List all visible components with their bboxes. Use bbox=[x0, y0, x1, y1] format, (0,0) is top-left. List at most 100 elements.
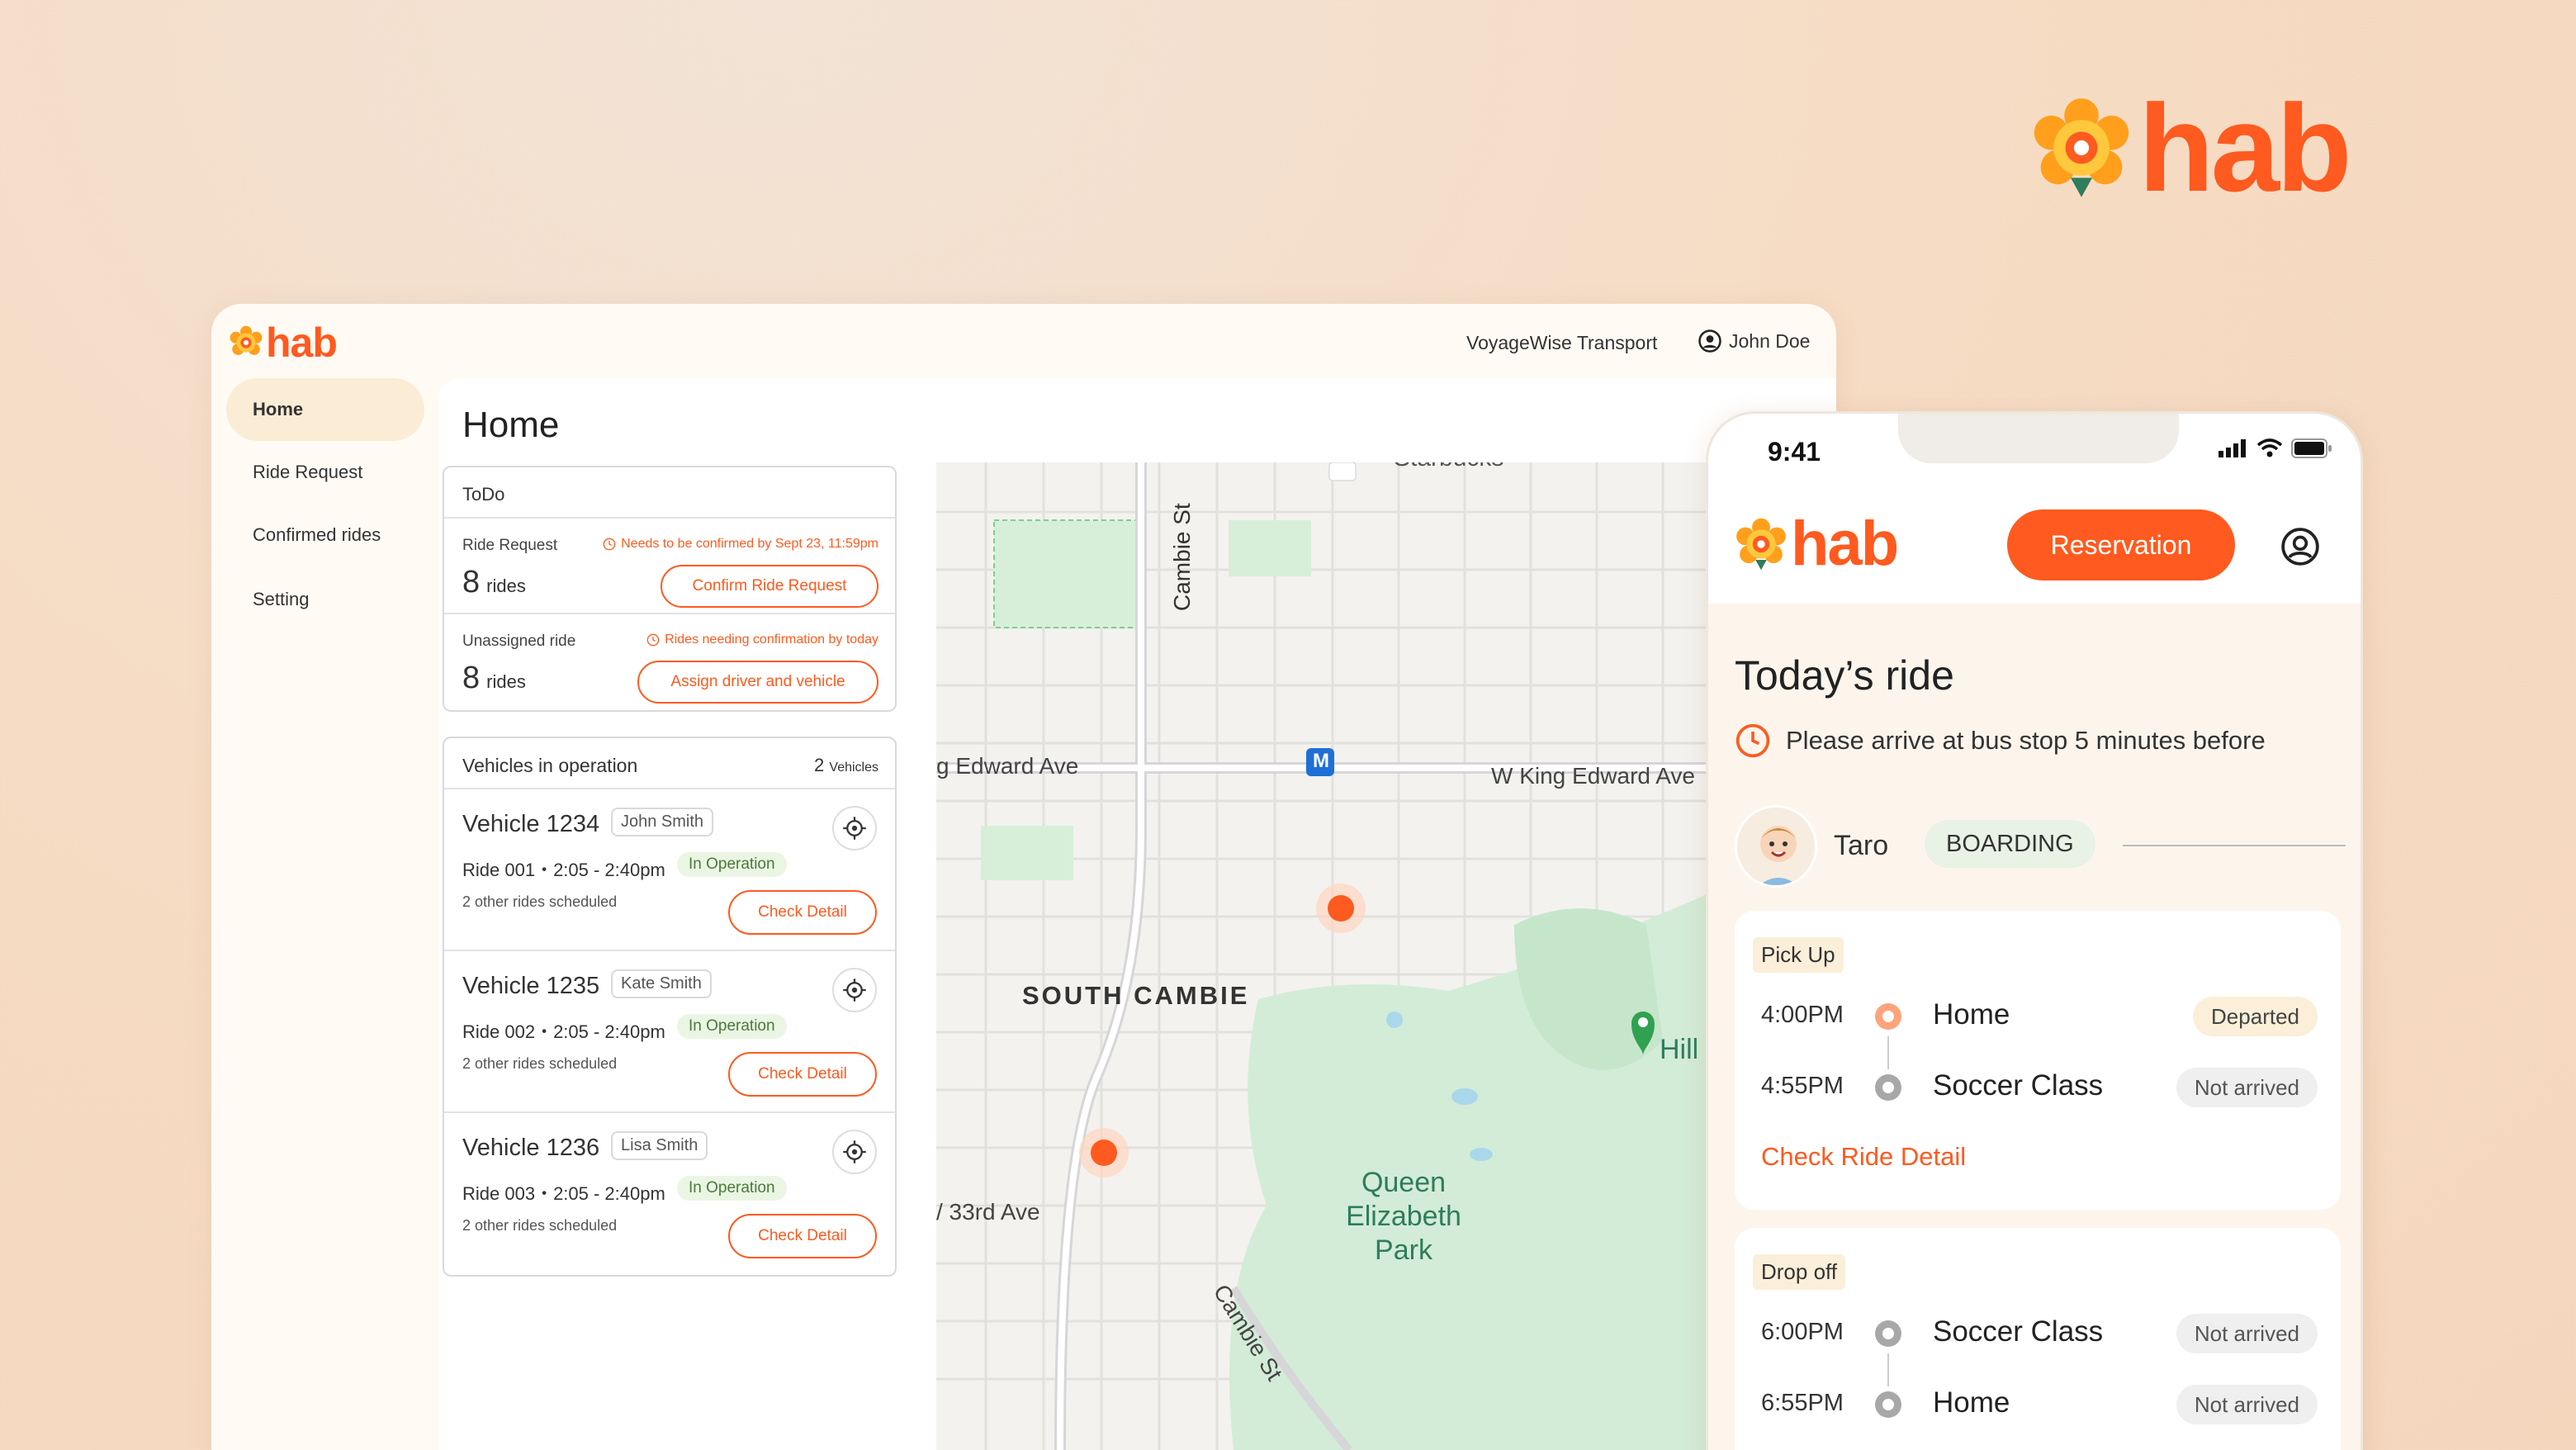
driver-chip: Kate Smith bbox=[611, 969, 712, 998]
stop-row: 4:00PM Home Departed bbox=[1735, 990, 2341, 1040]
stop-row: 6:55PM Home Not arrived bbox=[1735, 1378, 2341, 1428]
status-badge: In Operation bbox=[677, 1176, 787, 1201]
map-label-edward-right: W King Edward Ave bbox=[1491, 763, 1695, 789]
todo-warning: Needs to be confirmed by Sept 23, 11:59p… bbox=[603, 537, 878, 552]
user-menu[interactable]: John Doe bbox=[1698, 329, 1810, 353]
todo-count-value: 8 bbox=[462, 661, 481, 695]
phone-wordmark: hab bbox=[1791, 509, 1899, 579]
map-label-cambie-st: Cambie St bbox=[1169, 503, 1195, 611]
arrive-note: Please arrive at bus stop 5 minutes befo… bbox=[1735, 723, 2266, 759]
todo-count-value: 8 bbox=[462, 565, 481, 599]
metro-icon: M bbox=[1313, 750, 1329, 772]
stop-status: Not arrived bbox=[2176, 1068, 2318, 1107]
passenger-row: Taro BOARDING bbox=[1735, 805, 2346, 888]
vehicles-card: Vehicles in operation 2 Vehicles Vehicle… bbox=[443, 737, 897, 1277]
stop-status: Not arrived bbox=[2176, 1314, 2318, 1353]
today-title: Today’s ride bbox=[1735, 652, 1954, 699]
vehicle-row: Vehicle 1236 Lisa Smith Ride 003・2:05 - … bbox=[444, 1113, 895, 1275]
vehicle-marker[interactable] bbox=[1328, 895, 1354, 922]
locate-icon[interactable] bbox=[832, 968, 877, 1012]
stop-dot-icon bbox=[1875, 1320, 1901, 1347]
driver-chip: Lisa Smith bbox=[611, 1131, 708, 1160]
sidebar-item-label: Confirmed rides bbox=[253, 524, 381, 545]
company-name: VoyageWise Transport bbox=[1466, 332, 1658, 353]
locate-icon[interactable] bbox=[832, 806, 877, 851]
desktop-logo[interactable]: hab bbox=[228, 320, 338, 366]
sidebar-item-setting[interactable]: Setting bbox=[226, 568, 424, 631]
wifi-icon bbox=[2256, 438, 2283, 457]
driver-chip: John Smith bbox=[611, 808, 714, 836]
map-canvas[interactable] bbox=[936, 462, 1712, 1450]
sidebar-item-confirmed-rides[interactable]: Confirmed rides bbox=[226, 504, 424, 566]
phone-notch bbox=[1898, 414, 2179, 463]
confirm-ride-request-button[interactable]: Confirm Ride Request bbox=[661, 565, 878, 608]
map-label-park: Queen Elizabeth Park bbox=[1346, 1167, 1461, 1266]
user-icon bbox=[1698, 329, 1721, 353]
sidebar-item-label: Ride Request bbox=[253, 462, 363, 482]
todo-title: ToDo bbox=[444, 467, 895, 519]
vehicles-title: Vehicles in operation bbox=[462, 755, 638, 776]
vehicle-name: Vehicle 1236 bbox=[462, 1135, 600, 1161]
phone-logo[interactable]: hab bbox=[1733, 509, 1899, 579]
avatar bbox=[1735, 805, 1817, 888]
phone-app: 9:41 hab Reservation Today’s ride Please… bbox=[1706, 411, 2363, 1450]
sidebar-item-label: Home bbox=[253, 399, 304, 419]
todo-count-unit: rides bbox=[486, 576, 526, 596]
flower-icon bbox=[2034, 98, 2129, 197]
stop-row: 6:00PM Soccer Class Not arrived bbox=[1735, 1307, 2341, 1357]
check-detail-button[interactable]: Check Detail bbox=[728, 1052, 877, 1097]
todo-row-unassigned: Unassigned ride Rides needing confirmati… bbox=[444, 614, 895, 710]
signal-icon bbox=[2218, 439, 2246, 457]
assign-driver-vehicle-button[interactable]: Assign driver and vehicle bbox=[637, 661, 878, 704]
stop-place: Soccer Class bbox=[1933, 1315, 2104, 1348]
status-badge: In Operation bbox=[677, 1014, 787, 1039]
dropoff-card: Drop off 6:00PM Soccer Class Not arrived… bbox=[1735, 1228, 2341, 1450]
phone-time: 9:41 bbox=[1768, 437, 1821, 467]
vehicle-marker[interactable] bbox=[1091, 1140, 1117, 1166]
check-ride-detail-link[interactable]: Check Ride Detail bbox=[1761, 1142, 1966, 1172]
other-rides-text: 2 other rides scheduled bbox=[462, 893, 618, 910]
ride-info: Ride 003・2:05 - 2:40pm bbox=[462, 1183, 665, 1204]
map-view[interactable]: Starbucks Cambie St M g Edward Ave W Kin… bbox=[936, 462, 1712, 1450]
other-rides-text: 2 other rides scheduled bbox=[462, 1217, 618, 1234]
stop-time: 6:55PM bbox=[1761, 1390, 1844, 1416]
vehicles-header: Vehicles in operation 2 Vehicles bbox=[444, 738, 895, 789]
battery-icon bbox=[2291, 438, 2332, 458]
sidebar-item-label: Setting bbox=[253, 589, 310, 609]
sidebar-item-ride-request[interactable]: Ride Request bbox=[226, 441, 424, 504]
clock-icon bbox=[603, 538, 616, 551]
brand-logo: hab bbox=[2028, 86, 2352, 210]
todo-card: ToDo Ride Request Needs to be confirmed … bbox=[443, 466, 897, 712]
stop-time: 4:00PM bbox=[1761, 1002, 1844, 1028]
map-label-33rd: / 33rd Ave bbox=[936, 1199, 1040, 1225]
map-label-hill: Hill bbox=[1660, 1034, 1699, 1065]
todo-row-ride-request: Ride Request Needs to be confirmed by Se… bbox=[444, 519, 895, 614]
divider bbox=[2123, 845, 2346, 846]
sidebar: Home Ride Request Confirmed rides Settin… bbox=[211, 378, 434, 1450]
stop-place: Soccer Class bbox=[1933, 1069, 2104, 1102]
vehicle-row: Vehicle 1235 Kate Smith Ride 002・2:05 - … bbox=[444, 951, 895, 1113]
todo-label: Unassigned ride bbox=[462, 633, 576, 650]
stop-status: Not arrived bbox=[2176, 1385, 2318, 1424]
phone-status-bar bbox=[2218, 438, 2332, 458]
check-detail-button[interactable]: Check Detail bbox=[728, 1214, 877, 1258]
todo-warning-text: Needs to be confirmed by Sept 23, 11:59p… bbox=[621, 537, 878, 551]
locate-icon[interactable] bbox=[832, 1130, 877, 1174]
stop-dot-icon bbox=[1875, 1391, 1901, 1418]
vehicles-count-value: 2 bbox=[814, 755, 825, 775]
flower-icon bbox=[230, 325, 263, 355]
stop-time: 6:00PM bbox=[1761, 1319, 1844, 1345]
todo-count: 8 rides bbox=[462, 661, 526, 696]
reservation-button[interactable]: Reservation bbox=[2007, 509, 2235, 580]
user-name: John Doe bbox=[1729, 329, 1811, 352]
check-detail-button[interactable]: Check Detail bbox=[728, 890, 877, 935]
todo-count-unit: rides bbox=[486, 671, 526, 692]
todo-count: 8 rides bbox=[462, 565, 526, 600]
stop-dot-icon bbox=[1875, 1074, 1901, 1101]
location-pin-icon[interactable] bbox=[1630, 1006, 1658, 1057]
phone-body: Today’s ride Please arrive at bus stop 5… bbox=[1708, 604, 2361, 1450]
sidebar-item-home[interactable]: Home bbox=[226, 378, 424, 441]
profile-icon[interactable] bbox=[2280, 526, 2321, 571]
map-label-edward-left: g Edward Ave bbox=[936, 753, 1079, 779]
desktop-wordmark: hab bbox=[266, 320, 338, 366]
